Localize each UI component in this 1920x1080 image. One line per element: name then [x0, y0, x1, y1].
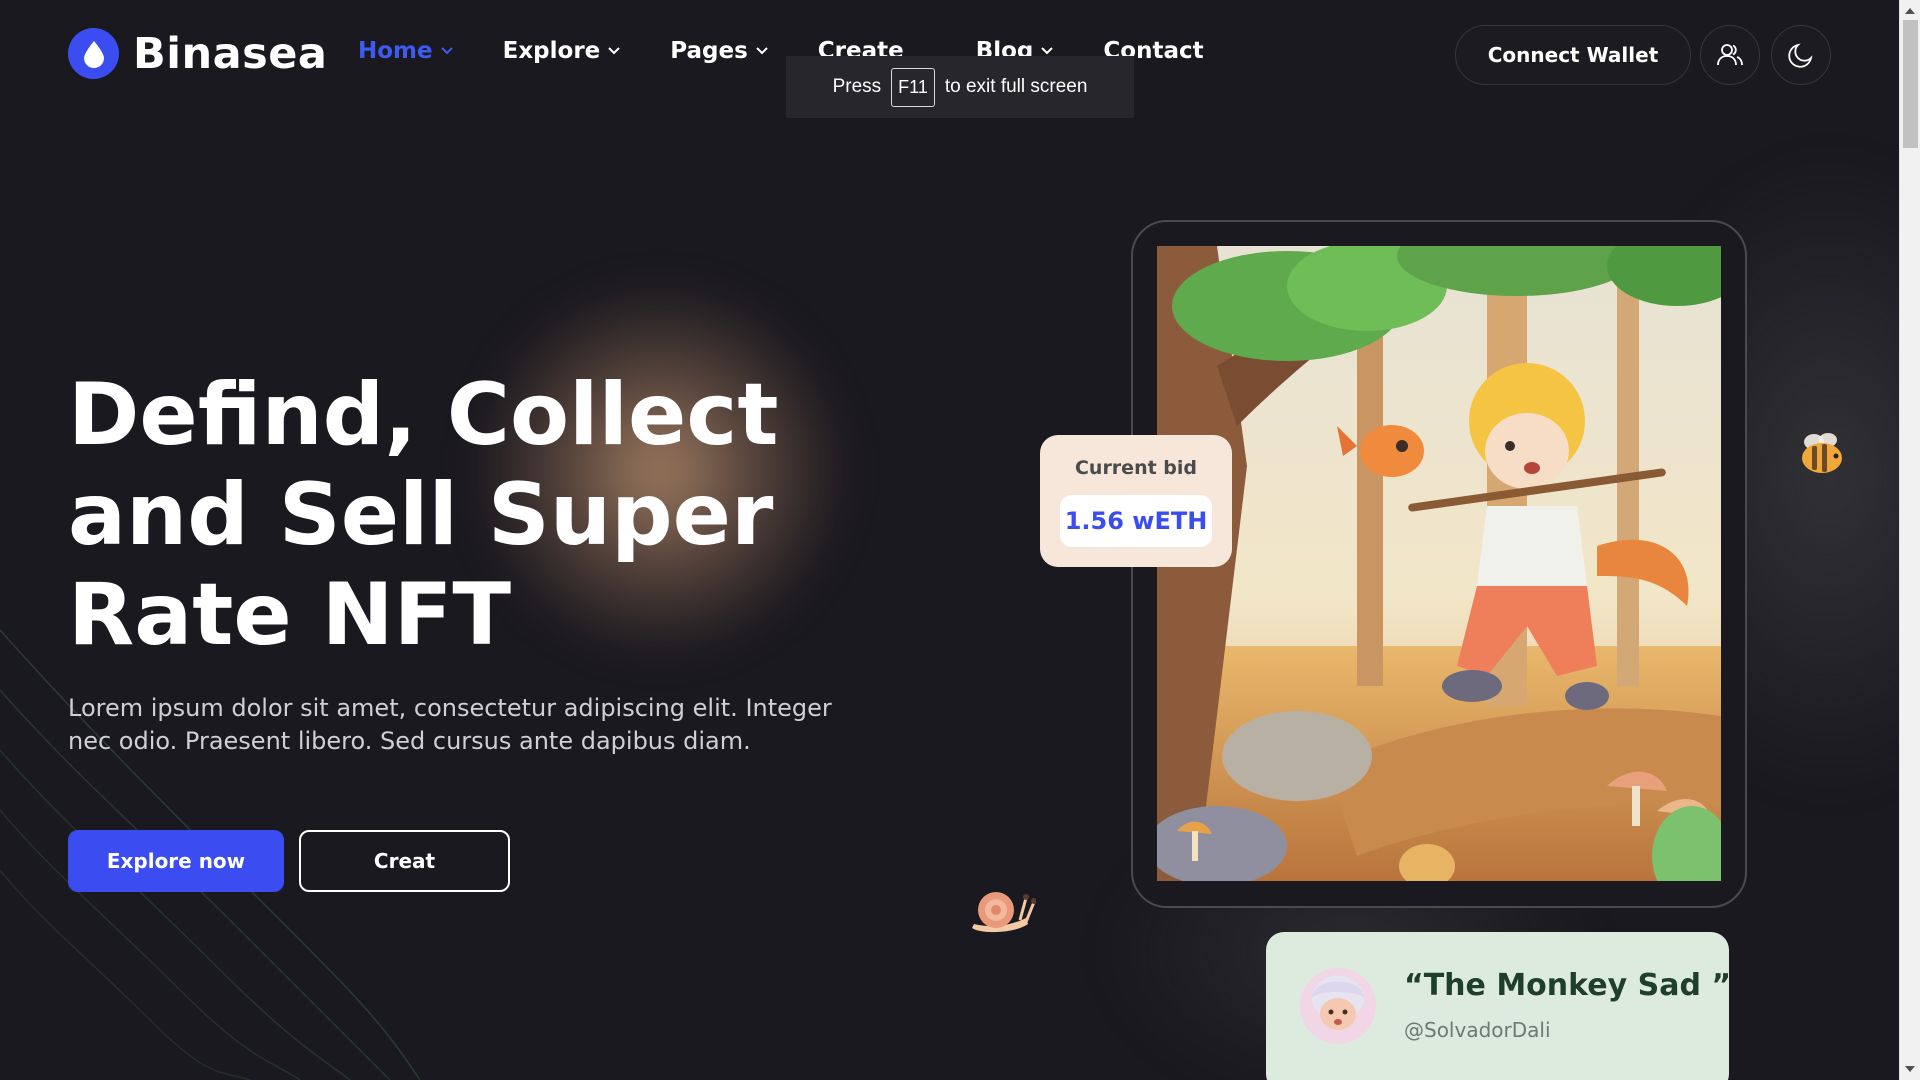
hero-title-line: Defind, Collect [68, 365, 779, 465]
bid-value: 1.56 wETH [1060, 495, 1212, 547]
hero-title: Defind, Collect and Sell Super Rate NFT [68, 365, 788, 665]
scroll-up-arrow-icon[interactable] [1905, 8, 1915, 14]
chevron-down-icon [608, 47, 620, 55]
explore-now-button[interactable]: Explore now [68, 830, 284, 892]
connect-wallet-button[interactable]: Connect Wallet [1455, 25, 1691, 85]
nft-artwork-image[interactable] [1157, 246, 1721, 881]
brand-name: Binasea [133, 28, 328, 79]
avatar [1300, 968, 1376, 1044]
brand-logo[interactable]: Binasea [68, 28, 327, 79]
chevron-down-icon [756, 47, 768, 55]
vertical-scrollbar[interactable] [1899, 0, 1920, 1080]
scroll-thumb[interactable] [1903, 20, 1918, 148]
nft-title-card[interactable]: “The Monkey Sad ” @SolvadorDali [1266, 932, 1732, 1080]
bee-icon [1802, 433, 1842, 473]
nft-title: “The Monkey Sad ” [1404, 968, 1732, 1003]
nft-author[interactable]: @SolvadorDali [1404, 1018, 1551, 1042]
page: Binasea Home Explore Pages Create Blog C… [0, 0, 1899, 1080]
chevron-down-icon [440, 47, 453, 55]
toast-prefix: Press [832, 76, 882, 97]
nav-item-explore[interactable]: Explore [503, 38, 621, 64]
fullscreen-exit-toast: Press F11 to exit full screen [786, 56, 1134, 118]
users-icon [1717, 44, 1743, 66]
toast-suffix: to exit full screen [944, 76, 1088, 97]
current-bid-card: Current bid 1.56 wETH [1040, 435, 1232, 567]
nav-item-label: Home [358, 38, 433, 64]
scroll-down-arrow-icon[interactable] [1905, 1066, 1915, 1072]
snail-icon [972, 892, 1036, 933]
toast-key: F11 [891, 67, 935, 107]
chevron-down-icon [1041, 47, 1054, 55]
nav-item-pages[interactable]: Pages [670, 38, 768, 64]
bid-label: Current bid [1074, 457, 1198, 479]
theme-toggle-button[interactable] [1771, 25, 1831, 85]
hero-title-line: Rate NFT [68, 565, 512, 665]
nav-item-label: Pages [670, 38, 748, 64]
nav-item-home[interactable]: Home [358, 38, 453, 64]
droplet-icon [68, 28, 119, 79]
hero-description: Lorem ipsum dolor sit amet, consectetur … [68, 694, 832, 755]
nav-item-label: Explore [502, 38, 601, 64]
moon-icon [1788, 43, 1813, 68]
create-button[interactable]: Creat [299, 830, 510, 892]
hero-title-line: and Sell Super [68, 465, 774, 565]
user-menu-button[interactable] [1700, 25, 1760, 85]
